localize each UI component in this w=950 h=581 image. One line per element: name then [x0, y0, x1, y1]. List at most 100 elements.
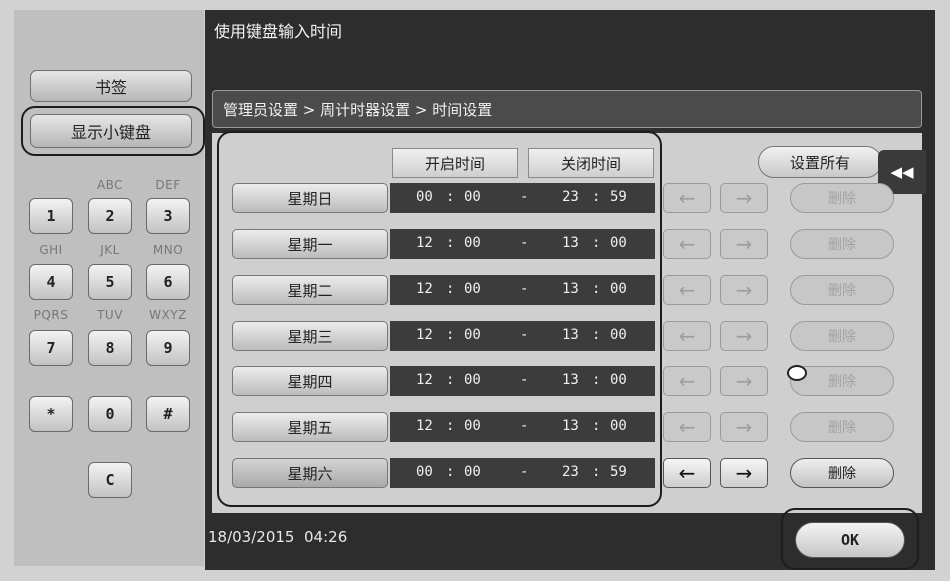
- start-minute: 00: [464, 281, 481, 297]
- arrow-right-icon[interactable]: →: [720, 229, 768, 259]
- start-minute: 00: [464, 189, 481, 205]
- time-range-field[interactable]: 00:00-23:59: [390, 458, 655, 488]
- separator: -: [520, 418, 529, 434]
- end-minute: 00: [610, 327, 627, 343]
- key-letters-wxyz: WXYZ: [149, 308, 187, 322]
- arrow-right-icon[interactable]: →: [720, 412, 768, 442]
- arrow-left-icon[interactable]: ←: [663, 321, 711, 351]
- arrow-left-icon[interactable]: ←: [663, 412, 711, 442]
- end-hour: 13: [562, 418, 579, 434]
- key-1[interactable]: 1: [29, 198, 73, 234]
- day-button[interactable]: 星期二: [232, 275, 388, 305]
- arrow-right-icon[interactable]: →: [720, 458, 768, 488]
- delete-button[interactable]: 删除: [790, 229, 894, 259]
- delete-button[interactable]: 删除: [790, 321, 894, 351]
- end-time-header: 关闭时间: [528, 148, 654, 178]
- key-5[interactable]: 5: [88, 264, 132, 300]
- delete-button[interactable]: 删除: [790, 183, 894, 213]
- start-minute: 00: [464, 235, 481, 251]
- end-minute: 59: [610, 189, 627, 205]
- end-minute: 00: [610, 372, 627, 388]
- day-button[interactable]: 星期四: [232, 366, 388, 396]
- arrow-right-icon[interactable]: →: [720, 275, 768, 305]
- start-hour: 12: [416, 372, 433, 388]
- end-colon: :: [592, 281, 601, 297]
- key-clear[interactable]: C: [88, 462, 132, 498]
- day-button[interactable]: 星期五: [232, 412, 388, 442]
- arrow-right-icon[interactable]: →: [720, 183, 768, 213]
- start-minute: 00: [464, 372, 481, 388]
- day-button[interactable]: 星期一: [232, 229, 388, 259]
- arrow-left-icon[interactable]: ←: [663, 366, 711, 396]
- show-keypad-button[interactable]: 显示小键盘: [30, 114, 192, 148]
- separator: -: [520, 372, 529, 388]
- key-3[interactable]: 3: [146, 198, 190, 234]
- start-minute: 00: [464, 327, 481, 343]
- key-8[interactable]: 8: [88, 330, 132, 366]
- status-date: 18/03/2015: [208, 528, 295, 546]
- key-0[interactable]: 0: [88, 396, 132, 432]
- start-hour: 12: [416, 281, 433, 297]
- start-hour: 00: [416, 189, 433, 205]
- start-colon: :: [446, 189, 455, 205]
- bookmark-button[interactable]: 书签: [30, 70, 192, 102]
- arrow-left-icon[interactable]: ←: [663, 183, 711, 213]
- end-minute: 00: [610, 418, 627, 434]
- arrow-left-icon[interactable]: ←: [663, 275, 711, 305]
- key-hash[interactable]: #: [146, 396, 190, 432]
- start-hour: 12: [416, 327, 433, 343]
- end-colon: :: [592, 372, 601, 388]
- day-button[interactable]: 星期六: [232, 458, 388, 488]
- arrow-left-icon[interactable]: ←: [663, 458, 711, 488]
- key-6[interactable]: 6: [146, 264, 190, 300]
- end-colon: :: [592, 418, 601, 434]
- end-minute: 59: [610, 464, 627, 480]
- arrow-left-icon[interactable]: ←: [663, 229, 711, 259]
- time-range-field[interactable]: 12:00-13:00: [390, 275, 655, 305]
- start-time-header: 开启时间: [392, 148, 518, 178]
- key-letters-def: DEF: [155, 178, 181, 192]
- delete-button[interactable]: 删除: [790, 412, 894, 442]
- end-hour: 13: [562, 372, 579, 388]
- end-colon: :: [592, 235, 601, 251]
- arrow-right-icon[interactable]: →: [720, 321, 768, 351]
- end-colon: :: [592, 189, 601, 205]
- key-4[interactable]: 4: [29, 264, 73, 300]
- start-colon: :: [446, 418, 455, 434]
- end-colon: :: [592, 327, 601, 343]
- start-minute: 00: [464, 464, 481, 480]
- time-range-field[interactable]: 00:00-23:59: [390, 183, 655, 213]
- arrow-right-icon[interactable]: →: [720, 366, 768, 396]
- start-colon: :: [446, 235, 455, 251]
- day-button[interactable]: 星期三: [232, 321, 388, 351]
- key-letters-mno: MNO: [152, 243, 184, 257]
- ok-button[interactable]: OK: [795, 522, 905, 558]
- end-minute: 00: [610, 235, 627, 251]
- end-minute: 00: [610, 281, 627, 297]
- start-minute: 00: [464, 418, 481, 434]
- key-7[interactable]: 7: [29, 330, 73, 366]
- time-range-field[interactable]: 12:00-13:00: [390, 366, 655, 396]
- end-hour: 13: [562, 327, 579, 343]
- time-range-field[interactable]: 12:00-13:00: [390, 412, 655, 442]
- delete-button[interactable]: 删除: [790, 275, 894, 305]
- window-title: 使用键盘输入时间: [214, 22, 343, 41]
- start-colon: :: [446, 281, 455, 297]
- end-colon: :: [592, 464, 601, 480]
- key-asterisk[interactable]: *: [29, 396, 73, 432]
- pointer-cursor-icon: [787, 365, 807, 381]
- key-9[interactable]: 9: [146, 330, 190, 366]
- status-time: 04:26: [304, 528, 348, 546]
- end-hour: 23: [562, 189, 579, 205]
- day-button[interactable]: 星期日: [232, 183, 388, 213]
- start-hour: 12: [416, 235, 433, 251]
- breadcrumb: 管理员设置 > 周计时器设置 > 时间设置: [212, 90, 922, 128]
- key-2[interactable]: 2: [88, 198, 132, 234]
- time-range-field[interactable]: 12:00-13:00: [390, 321, 655, 351]
- time-range-field[interactable]: 12:00-13:00: [390, 229, 655, 259]
- set-all-button[interactable]: 设置所有: [758, 146, 882, 178]
- separator: -: [520, 464, 529, 480]
- end-hour: 23: [562, 464, 579, 480]
- separator: -: [520, 327, 529, 343]
- delete-button[interactable]: 删除: [790, 458, 894, 488]
